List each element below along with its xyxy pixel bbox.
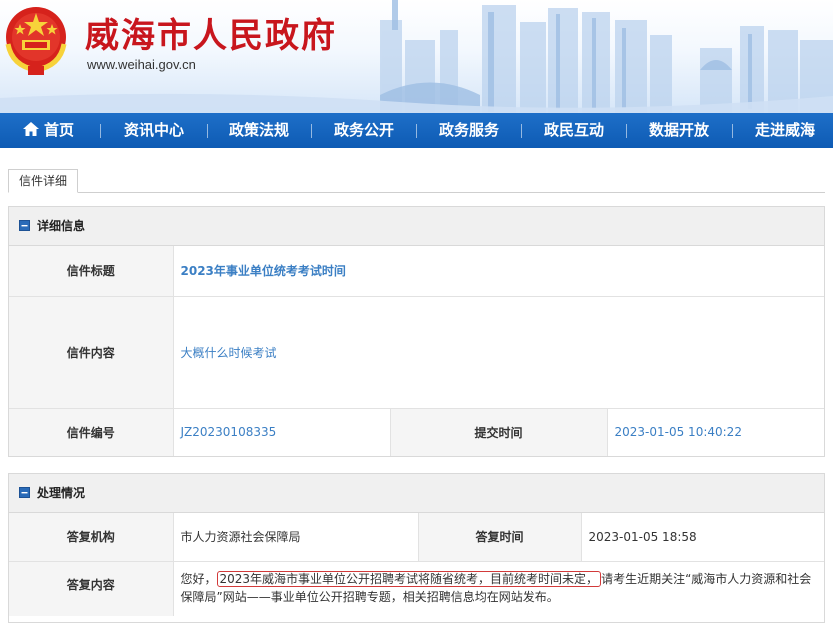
handling-panel: 处理情况 答复机构 市人力资源社会保障局 答复时间 2023-01-05 18:… [8, 473, 825, 623]
main-nav: 首页 资讯中心 政策法规 政务公开 政务服务 政民互动 数据开放 走进威海 [0, 113, 833, 148]
nav-divider [100, 124, 101, 138]
submit-time-label: 提交时间 [389, 407, 608, 456]
table-row: 信件标题 2023年事业单位统考考试时间 [9, 246, 824, 296]
reply-org-value: 市人力资源社会保障局 [180, 530, 301, 545]
reply-content-label: 答复内容 [9, 560, 174, 616]
number-value: JZ20230108335 [173, 407, 390, 456]
table-row: 答复内容 您好， 2023年威海市事业单位公开招聘考试将随省统考，目前统考时间未定… [9, 560, 825, 616]
table-row: 信件编号 JZ20230108335 提交时间 2023-01-05 10:40… [9, 407, 824, 456]
nav-item-about[interactable]: 走进威海 [755, 113, 815, 148]
nav-item-interaction[interactable]: 政民互动 [544, 113, 604, 148]
nav-divider [626, 124, 627, 138]
detail-panel-header: 详细信息 [9, 207, 824, 246]
table-row: 答复机构 市人力资源社会保障局 答复时间 2023-01-05 18:58 [9, 513, 824, 561]
title-value: 2023年事业单位统考考试时间 [180, 264, 346, 279]
nav-item-open-gov[interactable]: 政务公开 [334, 113, 394, 148]
reply-org-label: 答复机构 [9, 513, 174, 561]
nav-item-home-label: 首页 [44, 121, 75, 139]
site-url: www.weihai.gov.cn [87, 57, 196, 72]
tab-letter-detail[interactable]: 信件详细 [8, 169, 79, 193]
reply-prefix: 您好， [180, 571, 217, 586]
site-title: 威海市人民政府 [85, 16, 337, 56]
home-icon [23, 122, 39, 136]
submit-time-value: 2023-01-05 10:40:22 [607, 407, 824, 456]
nav-divider [732, 124, 733, 138]
detail-panel: 详细信息 信件标题 2023年事业单位统考考试时间 信件内容 大概什么时候考试 … [8, 206, 825, 457]
nav-divider [311, 124, 312, 138]
reply-content-cell: 您好， 2023年威海市事业单位公开招聘考试将随省统考，目前统考时间未定， 请考生近… [173, 560, 825, 616]
nav-divider [521, 124, 522, 138]
handling-panel-title: 处理情况 [37, 486, 86, 500]
number-label: 信件编号 [9, 407, 174, 456]
main-content: 信件详细 详细信息 信件标题 2023年事业单位统考考试时间 信件内容 大概什么… [0, 148, 833, 623]
collapse-icon[interactable] [19, 487, 30, 498]
reply-time-value: 2023-01-05 18:58 [588, 529, 697, 544]
title-label: 信件标题 [9, 246, 174, 296]
nav-item-news[interactable]: 资讯中心 [124, 113, 184, 148]
detail-table: 信件标题 2023年事业单位统考考试时间 信件内容 大概什么时候考试 信件编号 … [9, 246, 824, 456]
collapse-icon[interactable] [19, 220, 30, 231]
content-label: 信件内容 [9, 295, 174, 408]
tab-bar: 信件详细 [8, 164, 825, 193]
reply-content-value: 您好， 2023年威海市事业单位公开招聘考试将随省统考，目前统考时间未定， 请考生近… [174, 562, 825, 610]
reply-highlight: 2023年威海市事业单位公开招聘考试将随省统考，目前统考时间未定， [216, 570, 602, 587]
table-row: 信件内容 大概什么时候考试 [9, 295, 824, 408]
national-emblem-icon [5, 7, 67, 75]
nav-item-services[interactable]: 政务服务 [439, 113, 499, 148]
nav-item-policy[interactable]: 政策法规 [229, 113, 289, 148]
reply-time-label: 答复时间 [417, 513, 582, 561]
nav-divider [207, 124, 208, 138]
site-header: 威海市人民政府 www.weihai.gov.cn [0, 0, 833, 113]
detail-panel-title: 详细信息 [37, 219, 86, 233]
nav-divider [416, 124, 417, 138]
nav-item-home[interactable]: 首页 [22, 113, 74, 148]
nav-item-open-data[interactable]: 数据开放 [649, 113, 709, 148]
handling-table: 答复机构 市人力资源社会保障局 答复时间 2023-01-05 18:58 答复… [9, 513, 824, 616]
content-value: 大概什么时候考试 [173, 295, 824, 408]
handling-panel-header: 处理情况 [9, 474, 824, 513]
